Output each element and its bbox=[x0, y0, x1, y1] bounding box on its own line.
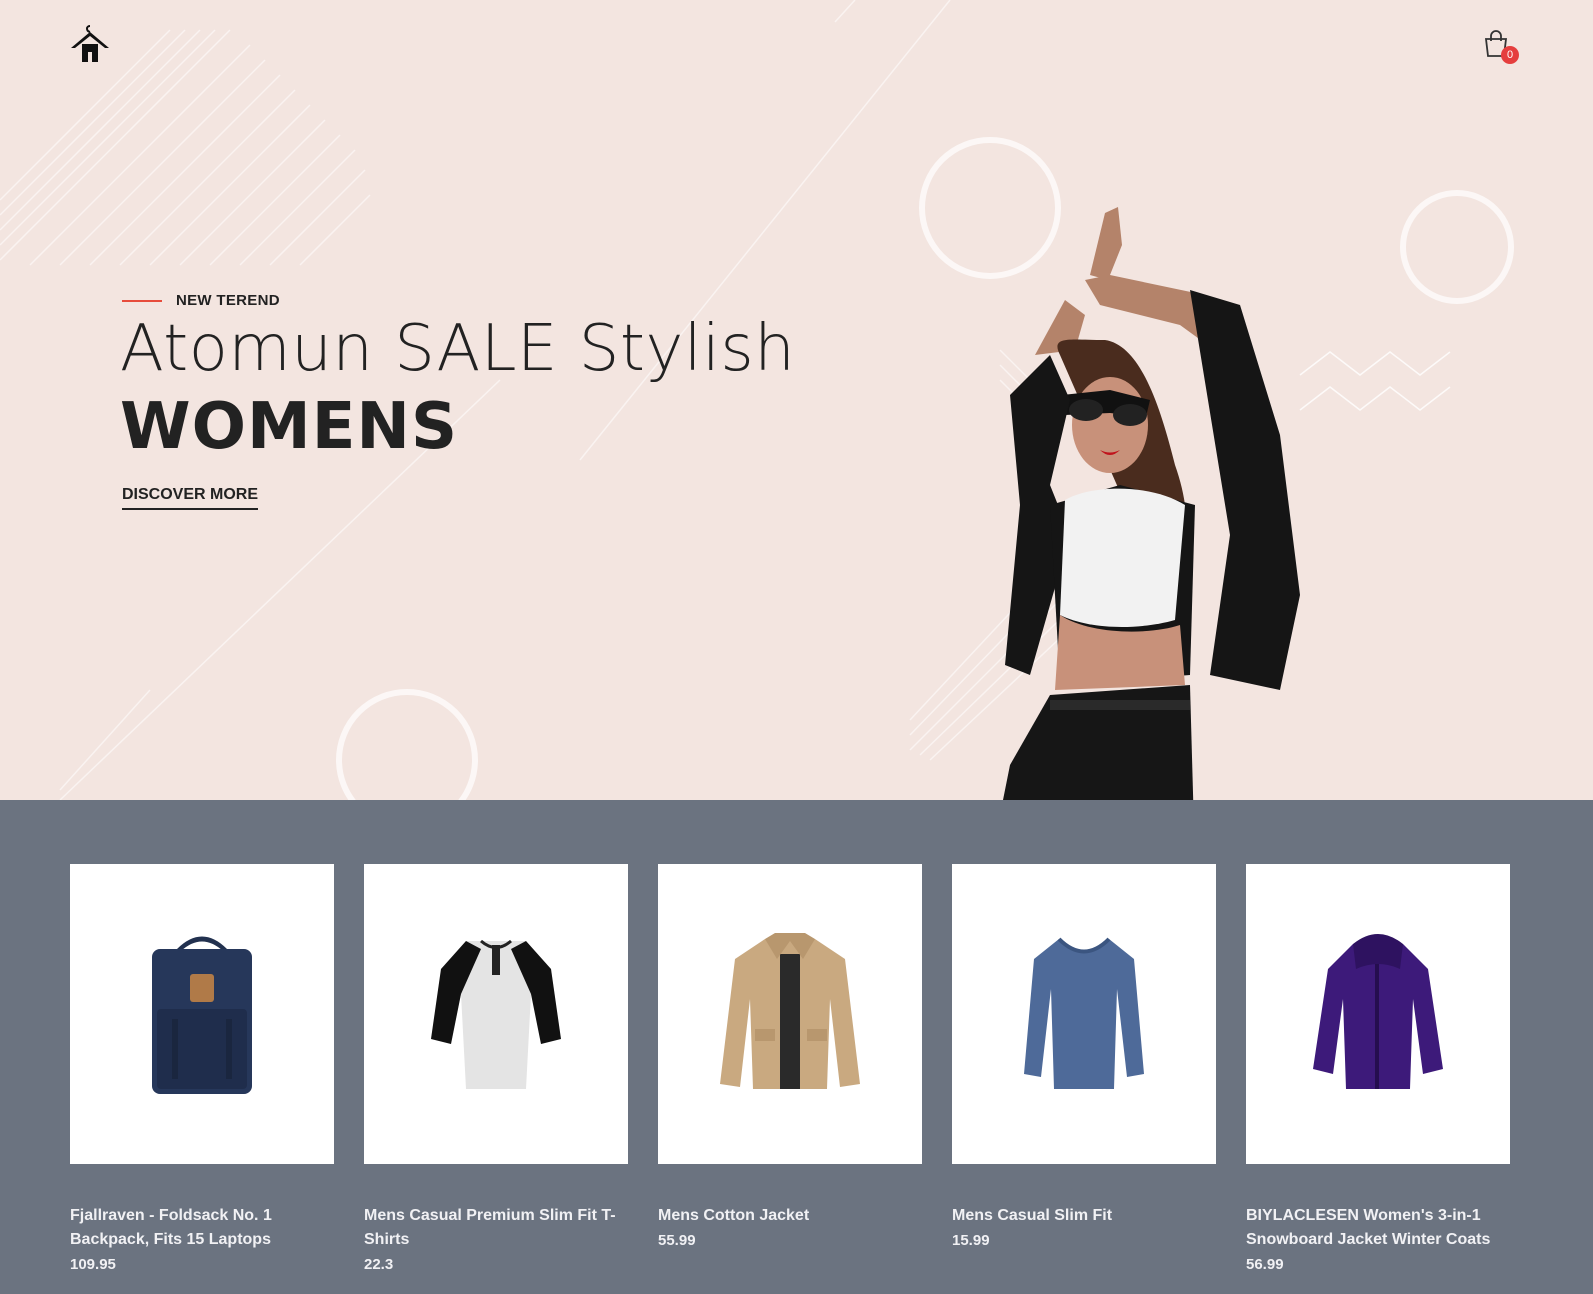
hanger-house-icon[interactable] bbox=[68, 22, 112, 66]
product-title[interactable]: Fjallraven - Foldsack No. 1 Backpack, Fi… bbox=[70, 1204, 334, 1252]
hero-tagline: NEW TEREND bbox=[122, 292, 280, 309]
product-image-card[interactable] bbox=[364, 864, 628, 1164]
product-price: 15.99 bbox=[952, 1232, 990, 1249]
product-grid: Fjallraven - Foldsack No. 1 Backpack, Fi… bbox=[70, 864, 1510, 1294]
product-card-backpack: Fjallraven - Foldsack No. 1 Backpack, Fi… bbox=[70, 864, 334, 1273]
snowboard-jacket-icon bbox=[1313, 934, 1443, 1089]
product-title[interactable]: BIYLACLESEN Women's 3-in-1 Snowboard Jac… bbox=[1246, 1204, 1510, 1252]
product-image-card[interactable] bbox=[658, 864, 922, 1164]
product-price: 109.95 bbox=[70, 1256, 116, 1273]
product-price: 22.3 bbox=[364, 1256, 394, 1273]
product-card-slim-fit: Mens Casual Slim Fit 15.99 bbox=[952, 864, 1216, 1249]
product-card-snowboard-jacket: BIYLACLESEN Women's 3-in-1 Snowboard Jac… bbox=[1246, 864, 1510, 1273]
product-image-card[interactable] bbox=[70, 864, 334, 1164]
product-title[interactable]: Mens Casual Premium Slim Fit T-Shirts bbox=[364, 1204, 628, 1252]
hero-banner: 0 NEW TEREND Atomun SALE Stylish WOMENS … bbox=[0, 0, 1593, 800]
discover-more-link[interactable]: DISCOVER MORE bbox=[122, 486, 259, 510]
product-title[interactable]: Mens Casual Slim Fit bbox=[952, 1204, 1216, 1228]
hero-model-image bbox=[1003, 207, 1300, 800]
longsleeve-tee-icon bbox=[1024, 937, 1144, 1089]
product-card-cotton-jacket: Mens Cotton Jacket 55.99 bbox=[658, 864, 922, 1249]
tagline-text: NEW TEREND bbox=[176, 292, 280, 309]
cart-count-badge: 0 bbox=[1501, 46, 1519, 64]
tagline-accent-line bbox=[122, 299, 162, 302]
hero-headline: Atomun SALE Stylish bbox=[120, 312, 796, 386]
backpack-icon bbox=[152, 936, 252, 1094]
product-card-tshirt: Mens Casual Premium Slim Fit T-Shirts 22… bbox=[364, 864, 628, 1273]
cart-button[interactable]: 0 bbox=[1483, 30, 1519, 64]
product-title[interactable]: Mens Cotton Jacket bbox=[658, 1204, 922, 1228]
product-image-card[interactable] bbox=[1246, 864, 1510, 1164]
cotton-jacket-icon bbox=[720, 933, 860, 1089]
raglan-tshirt-icon bbox=[431, 939, 561, 1089]
product-image-card[interactable] bbox=[952, 864, 1216, 1164]
hero-headline-bold: WOMENS bbox=[120, 390, 459, 464]
product-price: 56.99 bbox=[1246, 1256, 1284, 1273]
product-price: 55.99 bbox=[658, 1232, 696, 1249]
